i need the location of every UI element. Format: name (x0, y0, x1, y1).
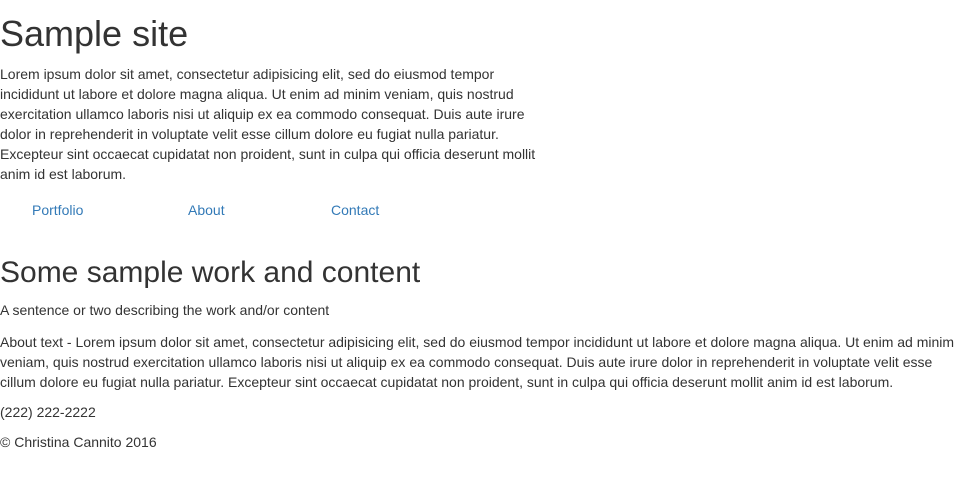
nav-link-portfolio[interactable]: Portfolio (32, 200, 83, 220)
page: Sample site Lorem ipsum dolor sit amet, … (0, 0, 964, 481)
phone-number: (222) 222-2222 (0, 404, 96, 420)
section-tagline: A sentence or two describing the work an… (0, 302, 330, 318)
about-paragraph: About text - Lorem ipsum dolor sit amet,… (0, 334, 955, 390)
site-title: Sample site (0, 13, 189, 54)
nav-link-about[interactable]: About (188, 200, 225, 220)
section-title: Some sample work and content (0, 256, 421, 289)
main-nav: Portfolio About Contact (0, 200, 964, 220)
copyright-notice: © Christina Cannito 2016 (0, 434, 157, 450)
intro-paragraph: Lorem ipsum dolor sit amet, consectetur … (0, 66, 536, 182)
nav-link-contact[interactable]: Contact (331, 200, 379, 220)
